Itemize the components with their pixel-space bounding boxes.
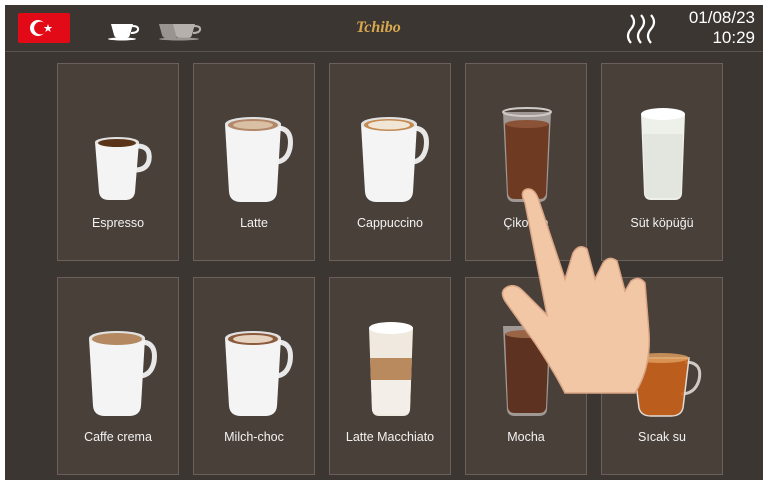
double-cup-icon[interactable] (155, 15, 207, 41)
brand-logo: Tchibo (356, 19, 401, 37)
cappuccino-cup-icon (361, 117, 429, 202)
top-bar: Tchibo 01/08/23 10:29 (5, 5, 763, 52)
date-time: 01/08/23 10:29 (689, 8, 755, 48)
coffee-machine-screen: Tchibo 01/08/23 10:29 Espresso Latte Cap… (5, 5, 763, 480)
heating-icon[interactable] (623, 13, 659, 45)
drink-label: Mocha (507, 430, 545, 444)
drink-label: Latte (240, 216, 268, 230)
drink-label: Caffe crema (84, 430, 152, 444)
drink-label: Latte Macchiato (345, 430, 435, 444)
crema-cup-icon (89, 331, 157, 416)
drink-tile-milch-choc[interactable]: Milch-choc (193, 277, 315, 475)
drink-tile-latte-macchiato[interactable]: Latte Macchiato (329, 277, 451, 475)
latte-cup-icon (225, 117, 293, 202)
drink-tile-caffe-crema[interactable]: Caffe crema (57, 277, 179, 475)
pointing-hand-image (501, 188, 650, 394)
latte-macchiato-glass-icon (369, 322, 413, 416)
drink-tile-cappuccino[interactable]: Cappuccino (329, 63, 451, 261)
drink-label: Milch-choc (224, 430, 284, 444)
drink-tile-espresso[interactable]: Espresso (57, 63, 179, 261)
brand-text: Tchibo (356, 19, 401, 36)
drink-label: Espresso (91, 216, 145, 230)
drink-label: Cappuccino (356, 216, 423, 230)
espresso-cup-icon (95, 137, 152, 200)
single-cup-icon[interactable] (105, 15, 145, 41)
turkey-flag-icon[interactable] (18, 13, 70, 43)
milch-choc-cup-icon (225, 331, 293, 416)
drink-label: Sıcak su (638, 430, 686, 444)
drink-tile-latte[interactable]: Latte (193, 63, 315, 261)
date-text: 01/08/23 (688, 8, 755, 27)
time-text: 10:29 (712, 28, 755, 47)
